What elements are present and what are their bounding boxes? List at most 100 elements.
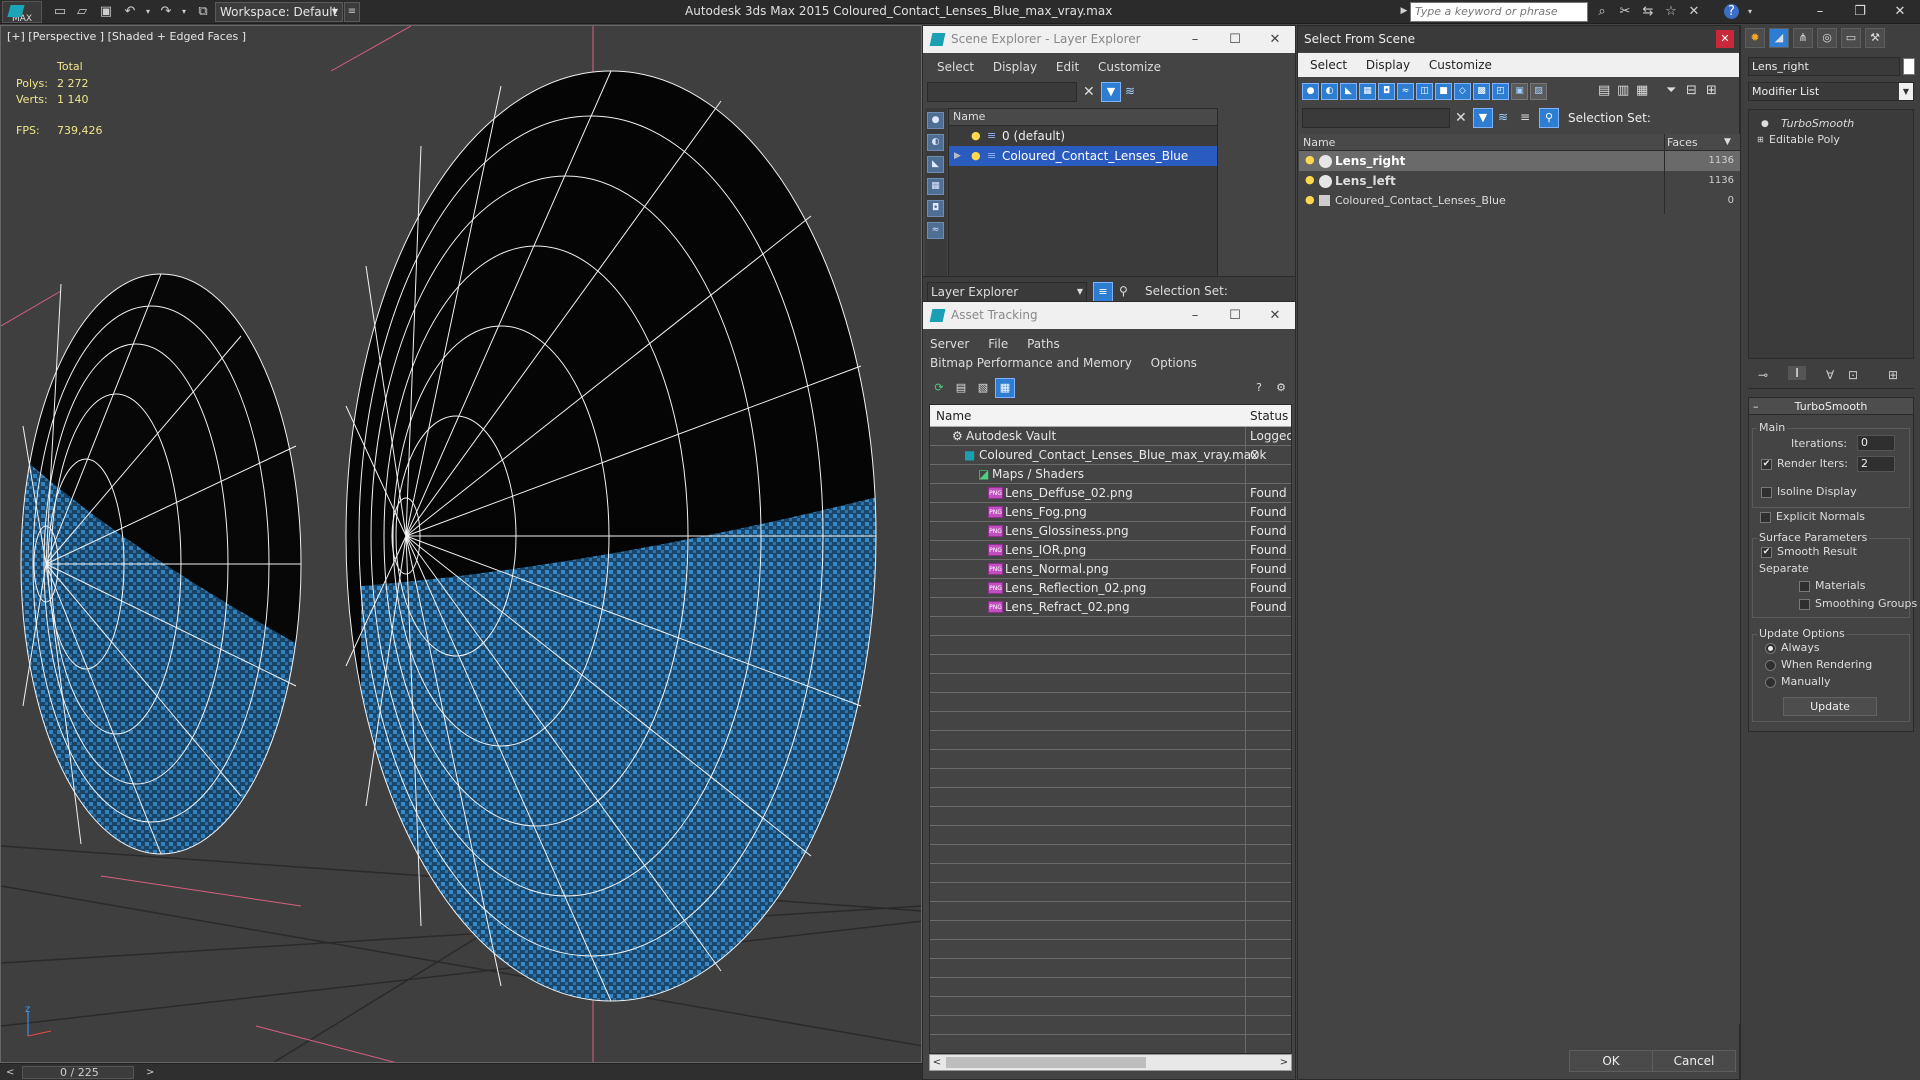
list-view-icon[interactable]: ▤: [951, 378, 971, 398]
modifier-list-dropdown[interactable]: Modifier List ▼: [1748, 82, 1914, 101]
filter-cameras-icon[interactable]: ▦: [1359, 83, 1376, 100]
menu-file[interactable]: File: [988, 335, 1008, 354]
help-icon[interactable]: ?: [1724, 4, 1739, 19]
smooth-result-checkbox[interactable]: ✔: [1761, 547, 1772, 558]
select-invert-icon[interactable]: ▦: [1636, 83, 1648, 98]
display-geometry-icon[interactable]: ●: [927, 112, 944, 129]
display-lights-icon[interactable]: ◣: [927, 156, 944, 173]
update-button[interactable]: Update: [1783, 697, 1877, 716]
materials-checkbox[interactable]: [1799, 581, 1810, 592]
open-file-icon[interactable]: ▱: [74, 4, 90, 19]
scene-explorer-search[interactable]: [927, 82, 1077, 102]
scroll-right-icon[interactable]: >: [1277, 1055, 1291, 1070]
undo-dropdown-icon[interactable]: ▾: [140, 4, 156, 19]
filter-bones-icon[interactable]: ◇: [1454, 83, 1471, 100]
configure-sets-icon[interactable]: ⊞: [1888, 368, 1898, 382]
menu-paths[interactable]: Paths: [1027, 335, 1060, 354]
filter-xrefs-icon[interactable]: ■: [1435, 83, 1452, 100]
horizontal-scrollbar[interactable]: < >: [929, 1054, 1292, 1071]
smoothing-groups-checkbox[interactable]: [1799, 599, 1810, 610]
redo-dropdown-icon[interactable]: ▾: [176, 4, 192, 19]
filter-containers-icon[interactable]: ▩: [1473, 83, 1490, 100]
viewport-label[interactable]: [+] [Perspective ] [Shaded + Edged Faces…: [7, 30, 246, 43]
search-input[interactable]: Type a keyword or phrase: [1410, 2, 1588, 22]
object-name-field[interactable]: Lens_right: [1748, 57, 1900, 76]
update-always-radio[interactable]: [1765, 643, 1776, 654]
explorer-type-dropdown[interactable]: Layer Explorer ▼: [927, 282, 1087, 302]
make-unique-icon[interactable]: ∀: [1826, 368, 1834, 382]
hierarchy-tab-icon[interactable]: ⋔: [1793, 28, 1813, 48]
select-search-input[interactable]: [1302, 108, 1450, 128]
minimize-icon[interactable]: –: [1800, 0, 1840, 24]
display-helpers-icon[interactable]: ◘: [927, 200, 944, 217]
help-dropdown-icon[interactable]: ▾: [1742, 4, 1758, 19]
layers-icon[interactable]: ≡: [1520, 110, 1530, 124]
display-tab-icon[interactable]: ▭: [1841, 28, 1861, 48]
create-tab-icon[interactable]: ✹: [1745, 28, 1765, 48]
asset-row-maxfile[interactable]: ■ Coloured_Contact_Lenses_Blue_max_vray.…: [930, 446, 1291, 465]
lightbulb-icon[interactable]: ●: [971, 130, 981, 142]
rollout-header[interactable]: – TurboSmooth: [1749, 398, 1913, 415]
scene-explorer-titlebar[interactable]: Scene Explorer - Layer Explorer – ☐ ✕: [923, 26, 1295, 53]
menu-server[interactable]: Server: [930, 335, 969, 354]
column-name-header[interactable]: Name: [936, 405, 971, 427]
time-slider-bar[interactable]: < 0 / 225 >: [0, 1063, 922, 1080]
lightbulb-icon[interactable]: ●: [971, 150, 981, 162]
app-menu-button[interactable]: MAX: [2, 1, 42, 24]
expand-all-icon[interactable]: ⊞: [1706, 83, 1717, 98]
menu-bitmap-performance[interactable]: Bitmap Performance and Memory: [930, 354, 1132, 373]
collapse-all-icon[interactable]: ⊟: [1686, 83, 1697, 98]
asset-row-maps[interactable]: ◪ Maps / Shaders: [930, 465, 1291, 484]
object-color-swatch[interactable]: [1903, 58, 1915, 75]
refresh-icon[interactable]: ⟳: [929, 378, 949, 398]
close-icon[interactable]: ✕: [1716, 30, 1734, 48]
star-icon[interactable]: ☆: [1663, 4, 1679, 19]
minimize-icon[interactable]: –: [1175, 302, 1215, 329]
asset-row-png[interactable]: PNG Lens_Deffuse_02.png Found: [930, 484, 1291, 503]
column-status-header[interactable]: Status: [1250, 405, 1288, 427]
ok-button[interactable]: OK: [1569, 1050, 1653, 1072]
find-icon[interactable]: ≋: [1125, 84, 1135, 98]
filter-geometry-icon[interactable]: ●: [1302, 83, 1319, 100]
table-view-icon[interactable]: ▦: [995, 378, 1015, 398]
undo-icon[interactable]: ↶: [122, 4, 138, 19]
maximize-icon[interactable]: ☐: [1215, 302, 1255, 329]
collapse-icon[interactable]: –: [1753, 398, 1759, 415]
thumbnail-view-icon[interactable]: ▧: [973, 378, 993, 398]
time-prev-icon[interactable]: <: [6, 1064, 14, 1080]
menu-display[interactable]: Display: [1366, 58, 1410, 72]
menu-select[interactable]: Select: [1310, 58, 1347, 72]
lightbulb-icon[interactable]: ●: [1305, 154, 1315, 166]
iterations-spinner[interactable]: 0: [1857, 435, 1895, 451]
lightbulb-icon[interactable]: ●: [1305, 194, 1315, 206]
select-from-scene-titlebar[interactable]: Select From Scene ✕: [1298, 26, 1739, 52]
menu-options[interactable]: Options: [1151, 354, 1197, 373]
motion-tab-icon[interactable]: ◎: [1817, 28, 1837, 48]
remove-modifier-icon[interactable]: ⊡: [1848, 368, 1858, 382]
asset-row-png[interactable]: PNG Lens_Fog.png Found: [930, 503, 1291, 522]
menu-edit[interactable]: Edit: [1056, 60, 1079, 74]
expand-icon[interactable]: ⊞: [1757, 132, 1764, 148]
filter-hidden-icon[interactable]: ▣: [1511, 83, 1528, 100]
scroll-left-icon[interactable]: <: [930, 1055, 944, 1070]
binoculars-icon[interactable]: ⌕: [1594, 4, 1610, 19]
render-iters-checkbox[interactable]: ✔: [1761, 459, 1772, 470]
filter-lights-icon[interactable]: ◣: [1340, 83, 1357, 100]
column-name-header[interactable]: Name: [1303, 134, 1335, 151]
scroll-thumb[interactable]: [946, 1057, 1146, 1068]
lightbulb-icon[interactable]: ●: [1761, 116, 1769, 132]
lightbulb-icon[interactable]: ●: [1305, 174, 1315, 186]
close-icon[interactable]: ✕: [1255, 302, 1295, 329]
filter-spacewarps-icon[interactable]: ≈: [1397, 83, 1414, 100]
menu-customize[interactable]: Customize: [1098, 60, 1161, 74]
display-spacewarps-icon[interactable]: ≈: [927, 222, 944, 239]
filter-icon[interactable]: ▼: [1101, 82, 1121, 102]
perspective-viewport[interactable]: [+] [Perspective ] [Shaded + Edged Faces…: [0, 25, 922, 1063]
hierarchy-mode-icon[interactable]: ⚲: [1119, 284, 1128, 298]
filter-all-icon[interactable]: ▨: [1530, 83, 1547, 100]
filter-shapes-icon[interactable]: ◐: [1321, 83, 1338, 100]
tools-icon[interactable]: ✂: [1617, 4, 1633, 19]
close-icon[interactable]: ✕: [1255, 26, 1295, 53]
show-end-result-icon[interactable]: Ⅰ: [1788, 366, 1806, 380]
explicit-normals-checkbox[interactable]: [1760, 512, 1771, 523]
